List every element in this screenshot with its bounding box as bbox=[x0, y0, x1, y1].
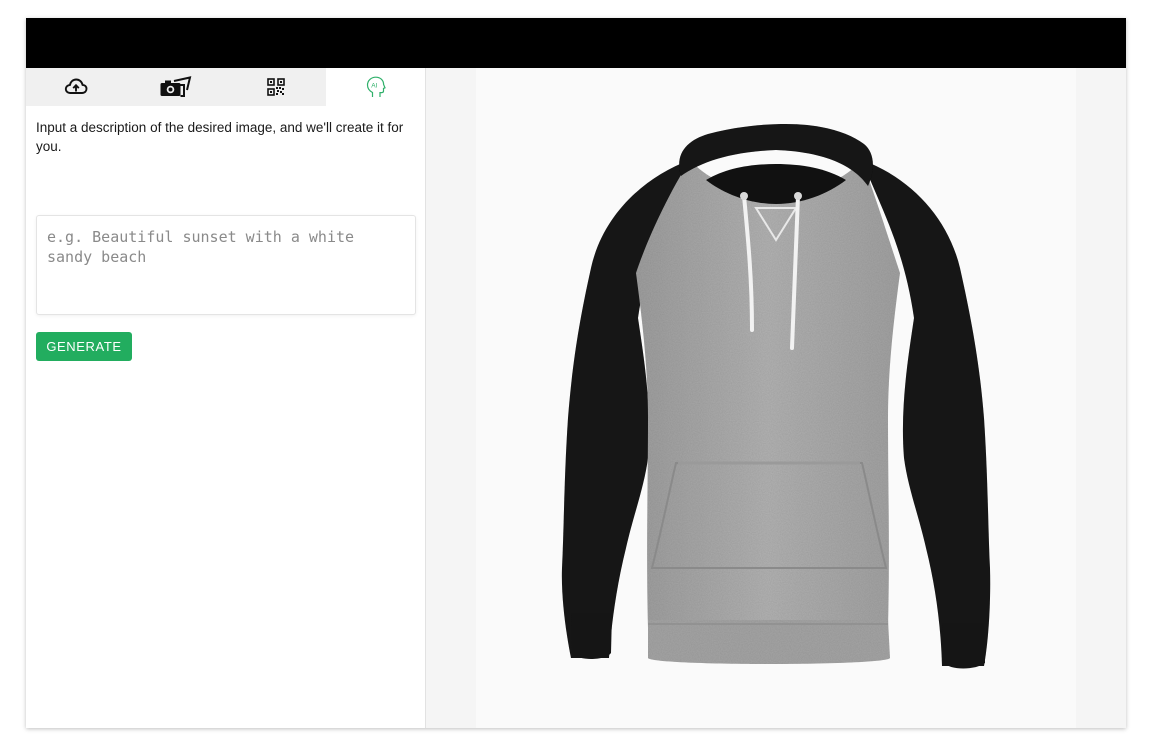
cloud-upload-icon bbox=[64, 78, 87, 94]
camera-photos-icon bbox=[160, 76, 191, 97]
tab-ai[interactable]: AI bbox=[326, 68, 425, 106]
tool-tabs: AI bbox=[26, 68, 425, 106]
tab-upload[interactable] bbox=[26, 68, 125, 106]
tab-photos[interactable] bbox=[126, 68, 225, 106]
ai-head-icon: AI bbox=[366, 76, 386, 97]
left-panel: AI Input a description of the desired im… bbox=[26, 68, 426, 728]
left-cuff bbox=[571, 613, 612, 660]
hoodie-product-image bbox=[561, 124, 991, 669]
design-area bbox=[426, 68, 1126, 728]
hoodie-body bbox=[636, 160, 900, 628]
prompt-input[interactable] bbox=[36, 215, 416, 315]
waistband bbox=[648, 620, 890, 664]
tab-qr[interactable] bbox=[226, 68, 325, 106]
product-canvas[interactable] bbox=[476, 68, 1076, 728]
top-bar bbox=[26, 18, 1126, 68]
svg-text:AI: AI bbox=[371, 83, 377, 90]
app-window: AI Input a description of the desired im… bbox=[26, 18, 1126, 728]
generate-button[interactable]: GENERATE bbox=[36, 332, 132, 361]
ai-description: Input a description of the desired image… bbox=[36, 120, 404, 154]
right-cuff bbox=[942, 623, 985, 669]
qr-code-icon bbox=[266, 78, 285, 96]
